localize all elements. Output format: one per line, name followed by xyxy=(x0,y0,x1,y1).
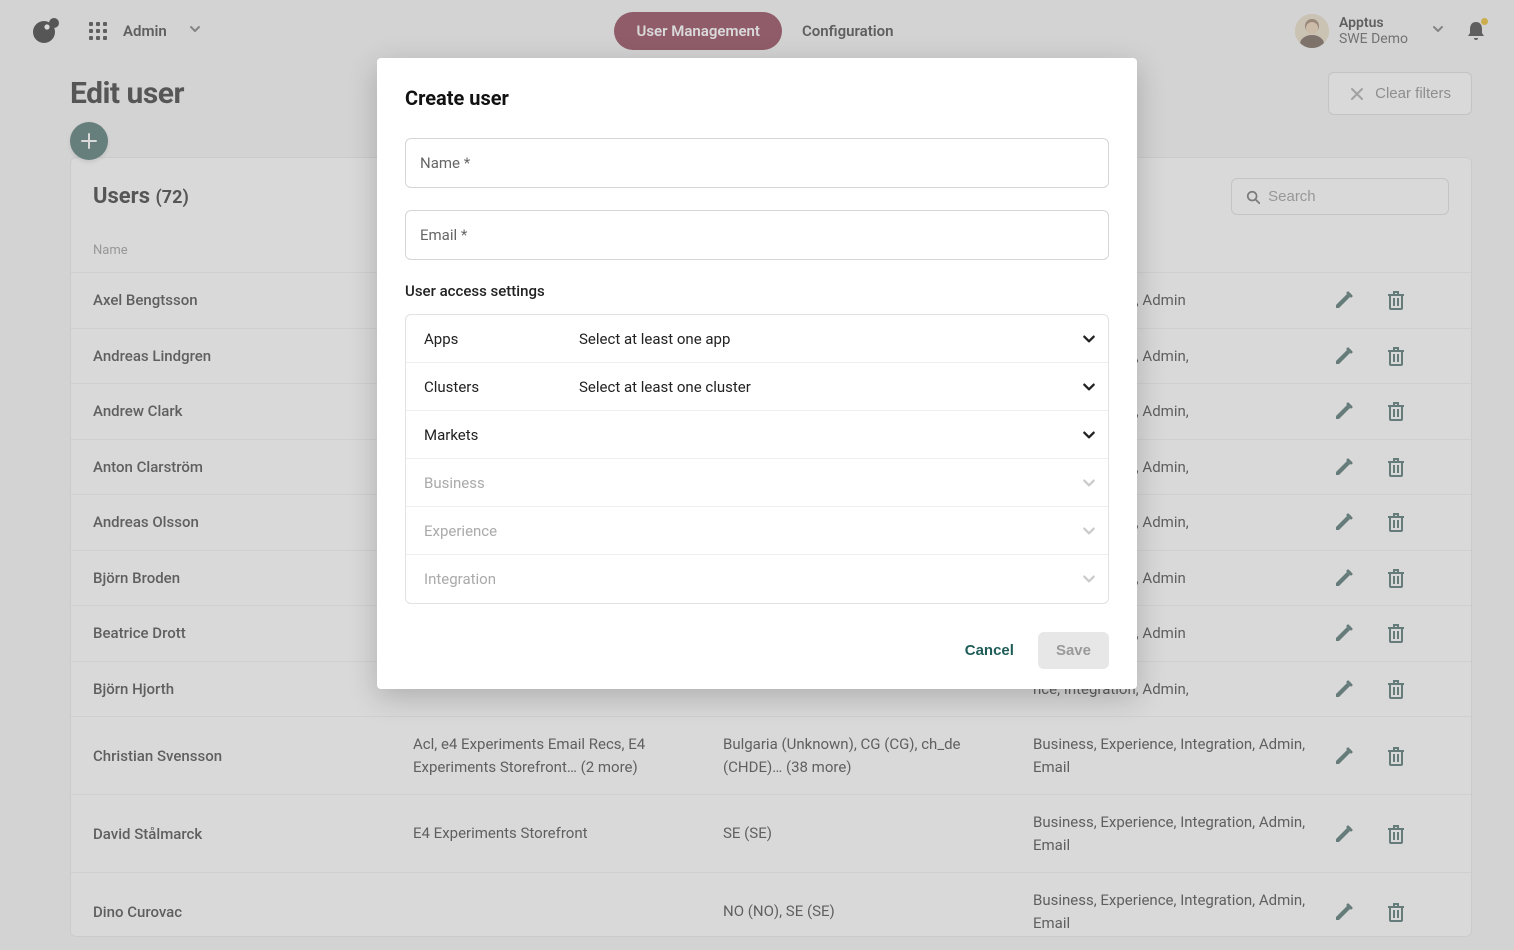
email-field[interactable]: Email * xyxy=(405,210,1109,260)
access-settings-label: User access settings xyxy=(405,282,1109,300)
cancel-button[interactable]: Cancel xyxy=(965,642,1014,659)
name-field[interactable]: Name * xyxy=(405,138,1109,188)
markets-label: Markets xyxy=(424,426,579,444)
markets-selector[interactable]: Markets xyxy=(406,411,1108,459)
clusters-label: Clusters xyxy=(424,378,579,396)
chevron-down-icon xyxy=(1056,572,1096,586)
experience-label: Experience xyxy=(424,522,579,540)
business-selector: Business xyxy=(406,459,1108,507)
save-button[interactable]: Save xyxy=(1038,632,1109,669)
integration-selector: Integration xyxy=(406,555,1108,603)
create-user-modal: Create user Name * Email * User access s… xyxy=(377,58,1137,689)
apps-placeholder: Select at least one app xyxy=(579,330,1056,348)
business-label: Business xyxy=(424,474,579,492)
apps-selector[interactable]: Apps Select at least one app xyxy=(406,315,1108,363)
chevron-down-icon xyxy=(1056,476,1096,490)
chevron-down-icon xyxy=(1056,332,1096,346)
access-settings-group: Apps Select at least one app Clusters Se… xyxy=(405,314,1109,604)
clusters-placeholder: Select at least one cluster xyxy=(579,378,1056,396)
chevron-down-icon xyxy=(1056,524,1096,538)
chevron-down-icon xyxy=(1056,428,1096,442)
apps-label: Apps xyxy=(424,330,579,348)
integration-label: Integration xyxy=(424,570,579,588)
experience-selector: Experience xyxy=(406,507,1108,555)
email-field-label: Email * xyxy=(420,226,467,244)
name-field-label: Name * xyxy=(420,154,470,172)
chevron-down-icon xyxy=(1056,380,1096,394)
modal-title: Create user xyxy=(405,86,1109,110)
clusters-selector[interactable]: Clusters Select at least one cluster xyxy=(406,363,1108,411)
